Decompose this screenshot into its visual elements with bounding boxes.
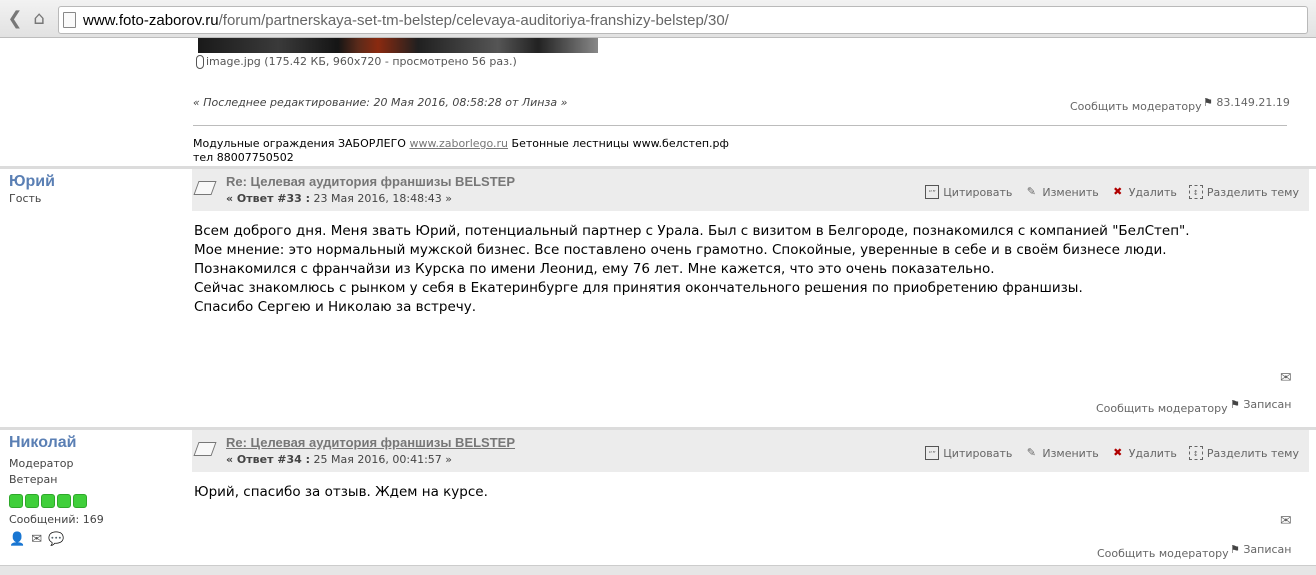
- attachment-info[interactable]: image.jpg (175.42 КБ, 960x720 - просмотр…: [196, 55, 517, 69]
- ip-address: ⚑ 83.149.21.19: [1203, 96, 1290, 109]
- rank-star-icon: [73, 494, 87, 508]
- rank-star-icon: [9, 494, 23, 508]
- report-to-moderator-link[interactable]: Сообщить модератору: [1097, 547, 1229, 560]
- poster-name[interactable]: Николай: [9, 434, 179, 452]
- page-icon: [63, 12, 76, 28]
- poster-name[interactable]: Юрий: [9, 173, 179, 191]
- report-to-moderator-link[interactable]: Сообщить модератору: [1070, 100, 1202, 113]
- topic-icon: [193, 442, 217, 456]
- edit-button[interactable]: ✎ Изменить: [1024, 446, 1099, 460]
- report-to-moderator-link[interactable]: Сообщить модератору: [1096, 402, 1228, 415]
- post-header: Re: Целевая аудитория франшизы BELSTEP «…: [192, 430, 1309, 472]
- split-icon: ↕: [1188, 185, 1203, 199]
- logged-label: ⚑ Записан: [1230, 543, 1292, 556]
- signature: Модульные ограждения ЗАБОРЛЕГО www.zabor…: [193, 137, 729, 164]
- split-icon: ↕: [1188, 446, 1203, 460]
- rank-star-icon: [57, 494, 71, 508]
- post-meta: « Ответ #33 : 23 Мая 2016, 18:48:43 »: [226, 192, 453, 205]
- post-title[interactable]: Re: Целевая аудитория франшизы BELSTEP: [226, 174, 515, 189]
- post-title[interactable]: Re: Целевая аудитория франшизы BELSTEP: [226, 435, 515, 450]
- rank-star-icon: [25, 494, 39, 508]
- quote-button[interactable]: “” Цитировать: [925, 446, 1012, 460]
- profile-icon[interactable]: 👤: [9, 532, 25, 547]
- poster-rank: Ветеран: [9, 473, 58, 486]
- post-header: Re: Целевая аудитория франшизы BELSTEP «…: [192, 169, 1309, 211]
- forum-content: image.jpg (175.42 КБ, 960x720 - просмотр…: [0, 38, 1316, 575]
- quote-button[interactable]: “” Цитировать: [925, 185, 1012, 199]
- ip-icon: ⚑: [1230, 543, 1244, 556]
- logged-label: ⚑ Записан: [1230, 398, 1292, 411]
- last-edit-note: « Последнее редактирование: 20 Мая 2016,…: [193, 96, 568, 109]
- edit-icon: ✎: [1026, 185, 1036, 198]
- split-topic-button[interactable]: ↕ Разделить тему: [1188, 446, 1299, 460]
- ip-icon: ⚑: [1203, 96, 1217, 109]
- poster-info: Николай Модератор Ветеран Сообщений: 169…: [9, 434, 179, 547]
- signature-divider: [193, 125, 1287, 126]
- topic-icon: [193, 181, 217, 195]
- quote-icon: “”: [925, 185, 940, 199]
- post-body: Всем доброго дня. Меня звать Юрий, потен…: [194, 222, 1190, 317]
- delete-icon: ✖: [1113, 446, 1123, 459]
- post-text-line: Сейчас знакомлюсь с рынком у себя в Екат…: [194, 280, 1083, 296]
- rank-stars: [9, 494, 179, 508]
- private-message-icon[interactable]: 💬: [48, 532, 64, 547]
- quick-reply-icon[interactable]: ✉: [1280, 513, 1300, 529]
- edit-icon: ✎: [1026, 446, 1036, 459]
- post-text-line: Юрий, спасибо за отзыв. Ждем на курсе.: [194, 484, 488, 500]
- delete-button[interactable]: ✖ Удалить: [1111, 446, 1177, 460]
- poster-info: Юрий Гость: [9, 173, 179, 207]
- post-text-line: Познакомился с франчайзи из Курска по им…: [194, 261, 995, 277]
- back-icon[interactable]: ❮: [4, 8, 26, 30]
- post-actions: “” Цитировать ✎ Изменить ✖ Удалить ↕ Раздели…: [925, 185, 1299, 199]
- home-icon[interactable]: ⌂: [28, 8, 50, 30]
- message-count: Сообщений: 169: [9, 513, 104, 526]
- post-body: Юрий, спасибо за отзыв. Ждем на курсе.: [194, 483, 488, 502]
- post-actions: “” Цитировать ✎ Изменить ✖ Удалить ↕ Раздели…: [925, 446, 1299, 460]
- profile-icons: 👤 ✉ 💬: [9, 532, 179, 547]
- edit-button[interactable]: ✎ Изменить: [1024, 185, 1099, 199]
- post-text-line: Спасибо Сергею и Николаю за встречу.: [194, 299, 477, 315]
- email-icon[interactable]: ✉: [31, 532, 42, 547]
- poster-role: Гость: [9, 192, 42, 205]
- post-34: Николай Модератор Ветеран Сообщений: 169…: [0, 430, 1316, 565]
- delete-button[interactable]: ✖ Удалить: [1111, 185, 1177, 199]
- attached-image[interactable]: [198, 38, 598, 53]
- quick-reply-icon[interactable]: ✉: [1280, 370, 1300, 386]
- ip-icon: ⚑: [1230, 398, 1244, 411]
- address-bar[interactable]: www.foto-zaborov.ru/forum/partnerskaya-s…: [58, 6, 1308, 34]
- paperclip-icon: [196, 55, 204, 69]
- post-33: Юрий Гость Re: Целевая аудитория франшиз…: [0, 169, 1316, 428]
- poster-role: Модератор: [9, 457, 74, 470]
- browser-toolbar: ❮ ⌂ www.foto-zaborov.ru/forum/partnerska…: [0, 0, 1316, 38]
- rank-star-icon: [41, 494, 55, 508]
- quote-icon: “”: [925, 446, 940, 460]
- delete-icon: ✖: [1113, 185, 1123, 198]
- split-topic-button[interactable]: ↕ Разделить тему: [1188, 185, 1299, 199]
- post-meta: « Ответ #34 : 25 Мая 2016, 00:41:57 »: [226, 453, 453, 466]
- url-text: www.foto-zaborov.ru/forum/partnerskaya-s…: [83, 12, 729, 29]
- horizontal-scrollbar[interactable]: [0, 565, 1316, 575]
- post-text-line: Всем доброго дня. Меня звать Юрий, потен…: [194, 223, 1190, 239]
- signature-link[interactable]: www.zaborlego.ru: [409, 137, 508, 150]
- post-text-line: Мое мнение: это нормальный мужской бизне…: [194, 242, 1167, 258]
